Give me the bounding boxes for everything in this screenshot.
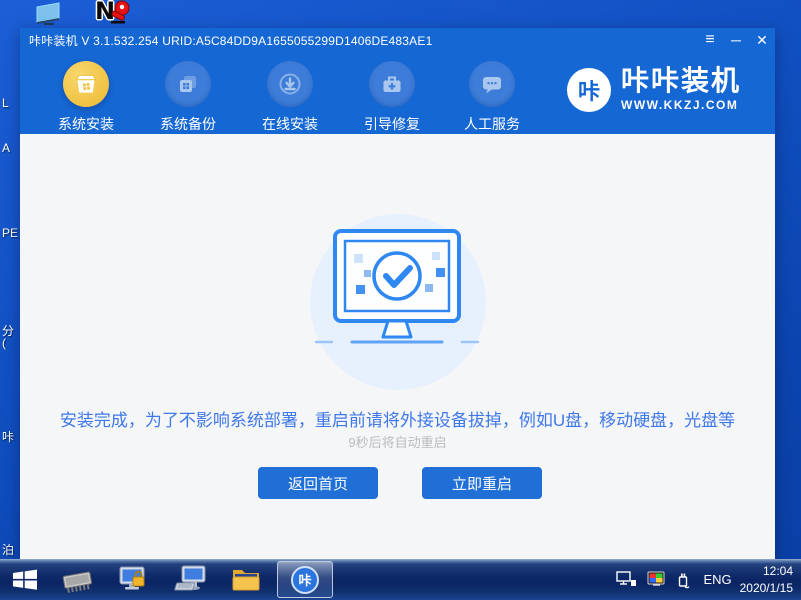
nav-label: 人工服务 <box>450 114 534 134</box>
nav-label: 系统安装 <box>44 114 128 134</box>
nav-item-boot-repair[interactable]: 引导修复 <box>350 61 434 134</box>
nav-item-online-install[interactable]: 在线安装 <box>248 61 332 134</box>
network-icon[interactable] <box>616 571 637 588</box>
window-controls: ≡ ─ ✕ <box>697 28 775 52</box>
taskbar-keyboard-display-app-icon[interactable] <box>174 564 208 600</box>
monitor-success-icon <box>308 229 488 349</box>
language-indicator[interactable]: ENG <box>703 572 731 587</box>
nav-item-support[interactable]: 人工服务 <box>450 61 534 134</box>
support-chat-icon <box>469 61 515 107</box>
taskbar-folder-icon[interactable] <box>231 566 261 598</box>
nav-item-system-install[interactable]: 系统安装 <box>44 61 128 134</box>
window-title: 咔咔装机 V 3.1.532.254 URID:A5C84DD9A1655055… <box>29 32 432 49</box>
menu-button[interactable]: ≡ <box>697 28 723 52</box>
title-bar: 咔咔装机 V 3.1.532.254 URID:A5C84DD9A1655055… <box>20 28 775 52</box>
nav-item-system-backup[interactable]: 系统备份 <box>146 61 230 134</box>
desktop-partial-label: PE <box>2 226 21 240</box>
desktop-display-icon[interactable] <box>32 2 64 28</box>
clock-time: 12:04 <box>740 563 793 579</box>
nav-label: 引导修复 <box>350 114 434 134</box>
brand-website: WWW.KKZJ.COM <box>621 98 741 112</box>
red-key-icon <box>109 0 139 27</box>
desktop-partial-label: 泊 <box>2 541 21 558</box>
usb-device-icon[interactable] <box>676 571 690 589</box>
auto-restart-countdown: 9秒后将自动重启 <box>20 432 775 451</box>
kaka-logo-icon: 咔 <box>291 566 319 594</box>
nav-bar: 系统安装 系统备份 <box>20 52 775 134</box>
nav-label: 在线安装 <box>248 114 332 134</box>
taskbar-locked-display-app-icon[interactable] <box>117 564 149 600</box>
taskbar: 咔 ENG 12:04 2020/1/15 <box>0 559 801 600</box>
clock-date: 2020/1/15 <box>740 580 793 596</box>
brand-name: 咔咔装机 <box>621 67 741 95</box>
kaka-installer-window: 咔咔装机 V 3.1.532.254 URID:A5C84DD9A1655055… <box>20 28 775 559</box>
minimize-button[interactable]: ─ <box>723 28 749 52</box>
completion-message: 安装完成，为了不影响系统部署，重启前请将外接设备拔掉，例如U盘，移动硬盘，光盘等 <box>20 406 775 431</box>
nav-label: 系统备份 <box>146 114 230 134</box>
taskbar-chip-app-icon[interactable] <box>60 567 96 600</box>
backup-copies-icon <box>165 61 211 107</box>
desktop-partial-label: A <box>2 141 21 155</box>
close-button[interactable]: ✕ <box>749 28 775 52</box>
install-box-icon <box>63 61 109 107</box>
desktop: { "desktop": { "numlock_letter": "N", "p… <box>0 0 801 600</box>
main-content: 安装完成，为了不影响系统部署，重启前请将外接设备拔掉，例如U盘，移动硬盘，光盘等… <box>20 134 775 559</box>
taskbar-kaka-active-app[interactable]: 咔 <box>277 561 333 598</box>
kaka-logo-icon: 咔 <box>567 68 611 112</box>
restart-now-button[interactable]: 立即重启 <box>422 467 542 499</box>
system-tray: ENG 12:04 2020/1/15 <box>611 559 797 600</box>
desktop-numlock-key-icon[interactable]: N <box>95 0 141 27</box>
desktop-partial-label: 咔 <box>2 428 21 445</box>
online-download-icon <box>267 61 313 107</box>
start-button[interactable] <box>11 567 38 597</box>
taskbar-clock[interactable]: 12:04 2020/1/15 <box>740 563 793 595</box>
desktop-partial-label: L <box>2 96 21 110</box>
brand-logo: 咔 咔咔装机 WWW.KKZJ.COM <box>567 67 741 112</box>
back-home-button[interactable]: 返回首页 <box>258 467 378 499</box>
display-settings-icon[interactable] <box>647 571 666 588</box>
boot-repair-toolbox-icon <box>369 61 415 107</box>
desktop-partial-label: ( <box>2 336 21 350</box>
